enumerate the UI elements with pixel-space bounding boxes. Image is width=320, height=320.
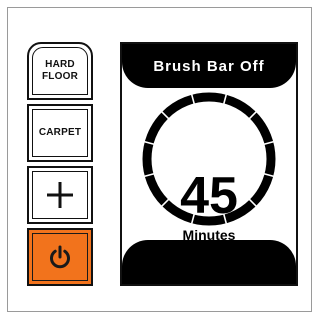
- plus-button[interactable]: [27, 166, 93, 224]
- power-icon: [50, 245, 70, 269]
- brush-bar-status: Brush Bar Off: [153, 58, 265, 75]
- hard-floor-button[interactable]: HARD FLOOR: [27, 42, 93, 100]
- plus-icon: [47, 182, 73, 208]
- display-bottom-bar: [122, 240, 296, 284]
- hard-floor-label: HARD FLOOR: [42, 59, 78, 82]
- power-button[interactable]: [27, 228, 93, 286]
- time-value: 45: [180, 167, 238, 225]
- display-screen: Brush Bar Off 45 Minutes: [120, 42, 298, 286]
- carpet-label: CARPET: [38, 127, 82, 138]
- carpet-button[interactable]: CARPET: [27, 104, 93, 162]
- time-unit-label: Minutes: [182, 227, 236, 243]
